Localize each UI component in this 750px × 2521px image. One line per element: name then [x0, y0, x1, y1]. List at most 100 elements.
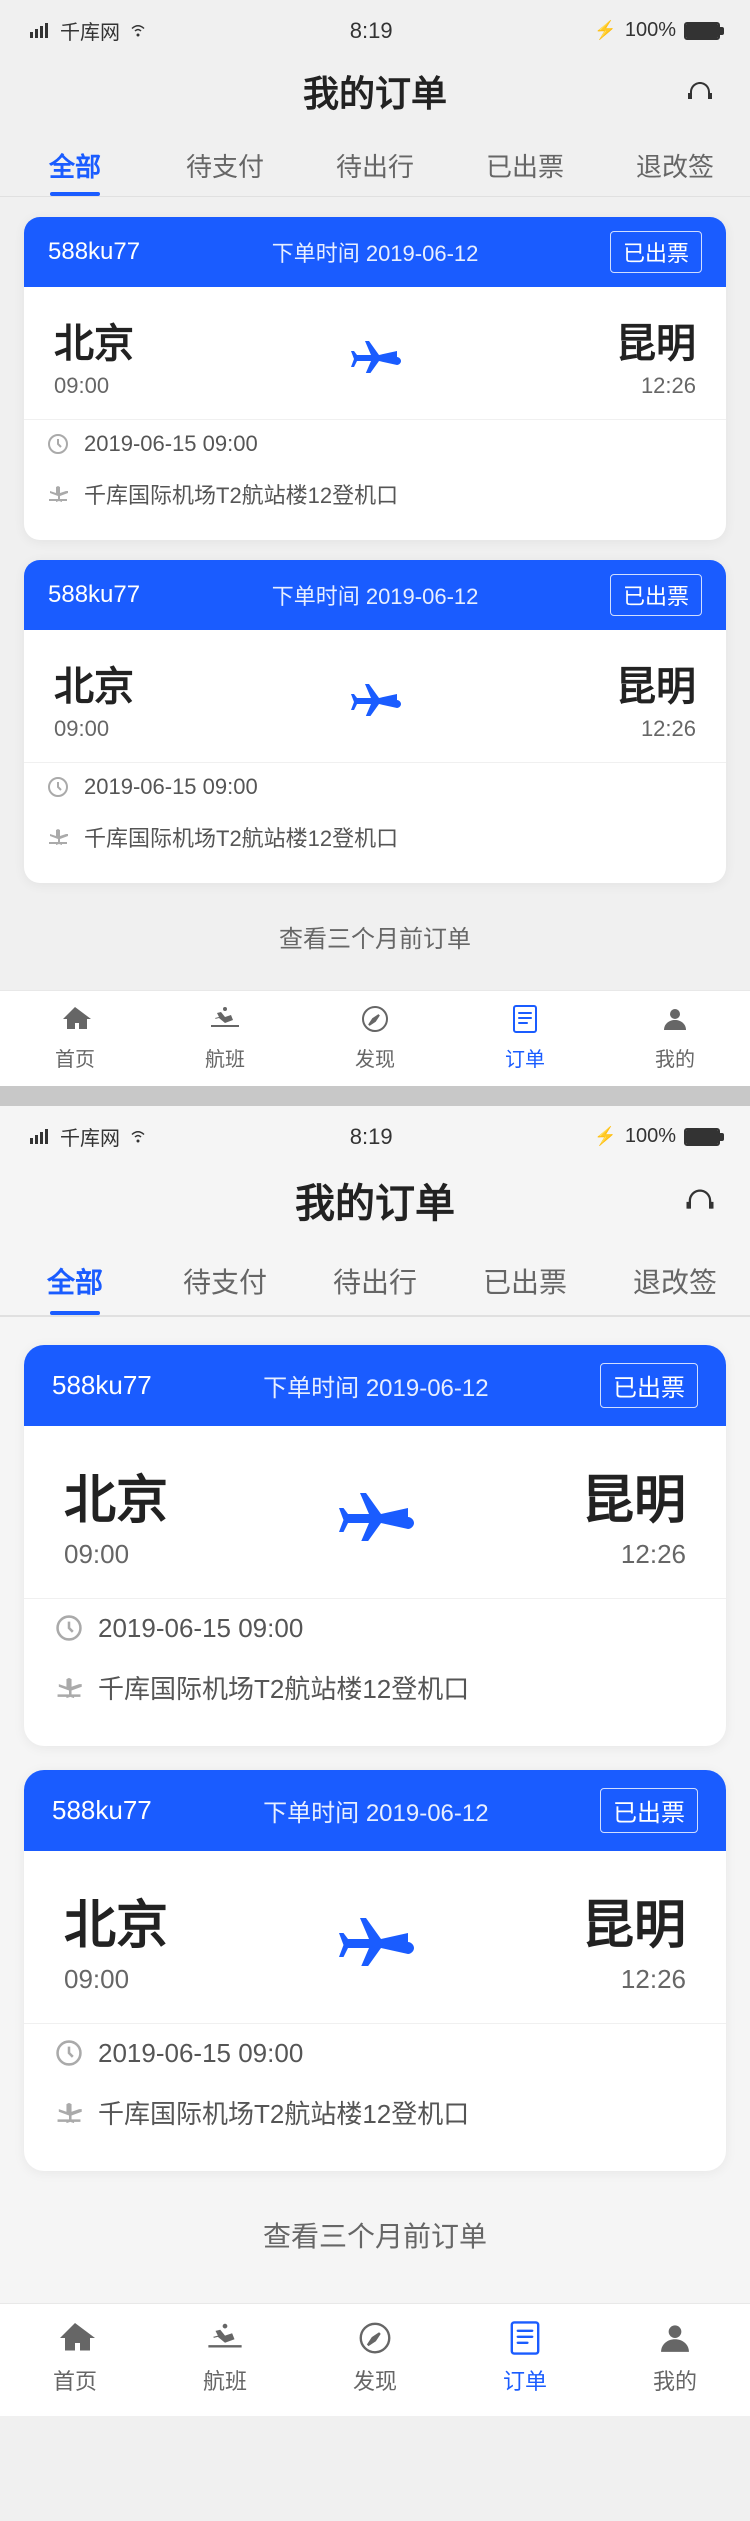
- flight-row-3: 北京 09:00 昆明 12:26: [24, 1426, 726, 1598]
- nav2-mine-label: 我的: [653, 2364, 697, 2396]
- orders-list-2: 588ku77 下单时间 2019-06-12 已出票 北京 09:00 昆明: [0, 1317, 750, 2303]
- screen-divider: [0, 1086, 750, 1106]
- tabs-2: 全部 待支付 待出行 已出票 退改签: [0, 1245, 750, 1317]
- nav-flight[interactable]: 航班: [150, 1001, 300, 1072]
- battery-icon: [684, 18, 720, 44]
- orders-list: 588ku77 下单时间 2019-06-12 已出票 北京 09:00 昆明: [0, 197, 750, 990]
- status-time-2: 8:19: [350, 1124, 393, 1150]
- flight-row-2: 北京 09:00 昆明 12:26: [24, 630, 726, 762]
- nav-home-label: 首页: [55, 1043, 95, 1072]
- tab-all[interactable]: 全部: [0, 133, 150, 196]
- order-details-3: 2019-06-15 09:00 千库国际机场T2航站楼12登机口: [24, 1598, 726, 1746]
- battery-percent: 100%: [625, 19, 676, 42]
- nav2-home[interactable]: 首页: [0, 2318, 150, 2396]
- order-card-4: 588ku77 下单时间 2019-06-12 已出票 北京 09:00 昆明: [24, 1770, 726, 2171]
- battery-area: ⚡ 100%: [594, 18, 720, 44]
- flight-date-row-3: 2019-06-15 09:00: [52, 1599, 698, 1657]
- nav-discover-label: 发现: [355, 1043, 395, 1072]
- flight-row-4: 北京 09:00 昆明 12:26: [24, 1851, 726, 2023]
- headset-icon[interactable]: [680, 74, 720, 114]
- nav-mine-label: 我的: [655, 1043, 695, 1072]
- order-status-2: 已出票: [610, 574, 702, 616]
- order-header-3: 588ku77 下单时间 2019-06-12 已出票: [24, 1345, 726, 1426]
- signal-area-2: 千库网: [30, 1122, 148, 1151]
- tabs: 全部 待支付 待出行 已出票 退改签: [0, 133, 750, 197]
- nav-mine[interactable]: 我的: [600, 1001, 750, 1072]
- signal-area: 千库网: [30, 16, 148, 45]
- airport-icon-2: [44, 823, 72, 851]
- order-id-2: 588ku77: [48, 581, 140, 609]
- nav-discover[interactable]: 发现: [300, 1001, 450, 1072]
- plane-icon-3: [168, 1487, 582, 1541]
- discover-icon-2: [355, 2318, 395, 2358]
- order-header-2: 588ku77 下单时间 2019-06-12 已出票: [24, 560, 726, 630]
- nav-orders[interactable]: 订单: [450, 1001, 600, 1072]
- order-header-1: 588ku77 下单时间 2019-06-12 已出票: [24, 217, 726, 287]
- airport-row-2: 千库国际机场T2航站楼12登机口: [44, 811, 706, 863]
- tab-pending-pay[interactable]: 待支付: [150, 133, 300, 196]
- flight-date-text-1: 2019-06-15 09:00: [84, 431, 258, 457]
- airport-text-4: 千库国际机场T2航站楼12登机口: [98, 2094, 469, 2131]
- flight-icon-2: [205, 2318, 245, 2358]
- order-card-2: 588ku77 下单时间 2019-06-12 已出票 北京 09:00 昆明: [24, 560, 726, 883]
- nav-orders-label: 订单: [505, 1043, 545, 1072]
- page-header-2: 我的订单: [0, 1161, 750, 1245]
- see-more-link-2[interactable]: 查看三个月前订单: [24, 2195, 726, 2275]
- tab2-all[interactable]: 全部: [0, 1245, 150, 1315]
- tab2-pending-depart[interactable]: 待出行: [300, 1245, 450, 1315]
- order-details-1: 2019-06-15 09:00 千库国际机场T2航站楼12登机口: [24, 419, 726, 540]
- nav2-flight[interactable]: 航班: [150, 2318, 300, 2396]
- tab-ticketed[interactable]: 已出票: [450, 133, 600, 196]
- from-city-1: 北京 09:00: [54, 311, 134, 399]
- nav2-discover-label: 发现: [353, 2364, 397, 2396]
- nav2-discover[interactable]: 发现: [300, 2318, 450, 2396]
- tab-refund[interactable]: 退改签: [600, 133, 750, 196]
- nav-home[interactable]: 首页: [0, 1001, 150, 1072]
- tab-pending-depart[interactable]: 待出行: [300, 133, 450, 196]
- order-time-2: 下单时间 2019-06-12: [272, 579, 479, 611]
- clock-icon-4: [52, 2036, 86, 2070]
- order-id-4: 588ku77: [52, 1795, 152, 1826]
- to-city-2: 昆明 12:26: [616, 654, 696, 742]
- order-id-1: 588ku77: [48, 238, 140, 266]
- plane-icon-2: [134, 680, 616, 716]
- order-status-1: 已出票: [610, 231, 702, 273]
- home-icon: [57, 1001, 93, 1037]
- flight-date-row-2: 2019-06-15 09:00: [44, 763, 706, 811]
- airport-icon-4: [52, 2096, 86, 2130]
- flight-date-text-3: 2019-06-15 09:00: [98, 1613, 303, 1644]
- order-details-2: 2019-06-15 09:00 千库国际机场T2航站楼12登机口: [24, 762, 726, 883]
- carrier-label: 千库网: [60, 16, 120, 45]
- to-city-1: 昆明 12:26: [616, 311, 696, 399]
- see-more-link[interactable]: 查看三个月前订单: [24, 903, 726, 970]
- orders-icon-2: [505, 2318, 545, 2358]
- tab2-refund[interactable]: 退改签: [600, 1245, 750, 1315]
- tab2-ticketed[interactable]: 已出票: [450, 1245, 600, 1315]
- tab2-pending-pay[interactable]: 待支付: [150, 1245, 300, 1315]
- home-icon-2: [55, 2318, 95, 2358]
- headset-icon-2[interactable]: [680, 1183, 720, 1223]
- order-time-3: 下单时间 2019-06-12: [263, 1368, 488, 1403]
- order-time-1: 下单时间 2019-06-12: [272, 236, 479, 268]
- orders-icon: [507, 1001, 543, 1037]
- order-id-3: 588ku77: [52, 1370, 152, 1401]
- nav2-mine[interactable]: 我的: [600, 2318, 750, 2396]
- nav2-orders[interactable]: 订单: [450, 2318, 600, 2396]
- signal-icon: [30, 18, 52, 44]
- order-time-4: 下单时间 2019-06-12: [263, 1793, 488, 1828]
- airport-text-3: 千库国际机场T2航站楼12登机口: [98, 1669, 469, 1706]
- airport-row-3: 千库国际机场T2航站楼12登机口: [52, 1657, 698, 1718]
- plane-icon-4: [168, 1912, 582, 1966]
- from-city-3: 北京 09:00: [64, 1458, 168, 1570]
- from-city-2: 北京 09:00: [54, 654, 134, 742]
- nav2-flight-label: 航班: [203, 2364, 247, 2396]
- battery-icon-2: [684, 1124, 720, 1150]
- plane-icon-1: [134, 337, 616, 373]
- wifi-icon: [128, 18, 148, 44]
- screen-2: 千库网 8:19 ⚡ 100% 我的订单 全部 待支付 待出行: [0, 1106, 750, 2416]
- signal-icon-2: [30, 1124, 52, 1150]
- flight-date-row-4: 2019-06-15 09:00: [52, 2024, 698, 2082]
- user-icon: [657, 1001, 693, 1037]
- nav2-home-label: 首页: [53, 2364, 97, 2396]
- order-card-3: 588ku77 下单时间 2019-06-12 已出票 北京 09:00 昆明: [24, 1345, 726, 1746]
